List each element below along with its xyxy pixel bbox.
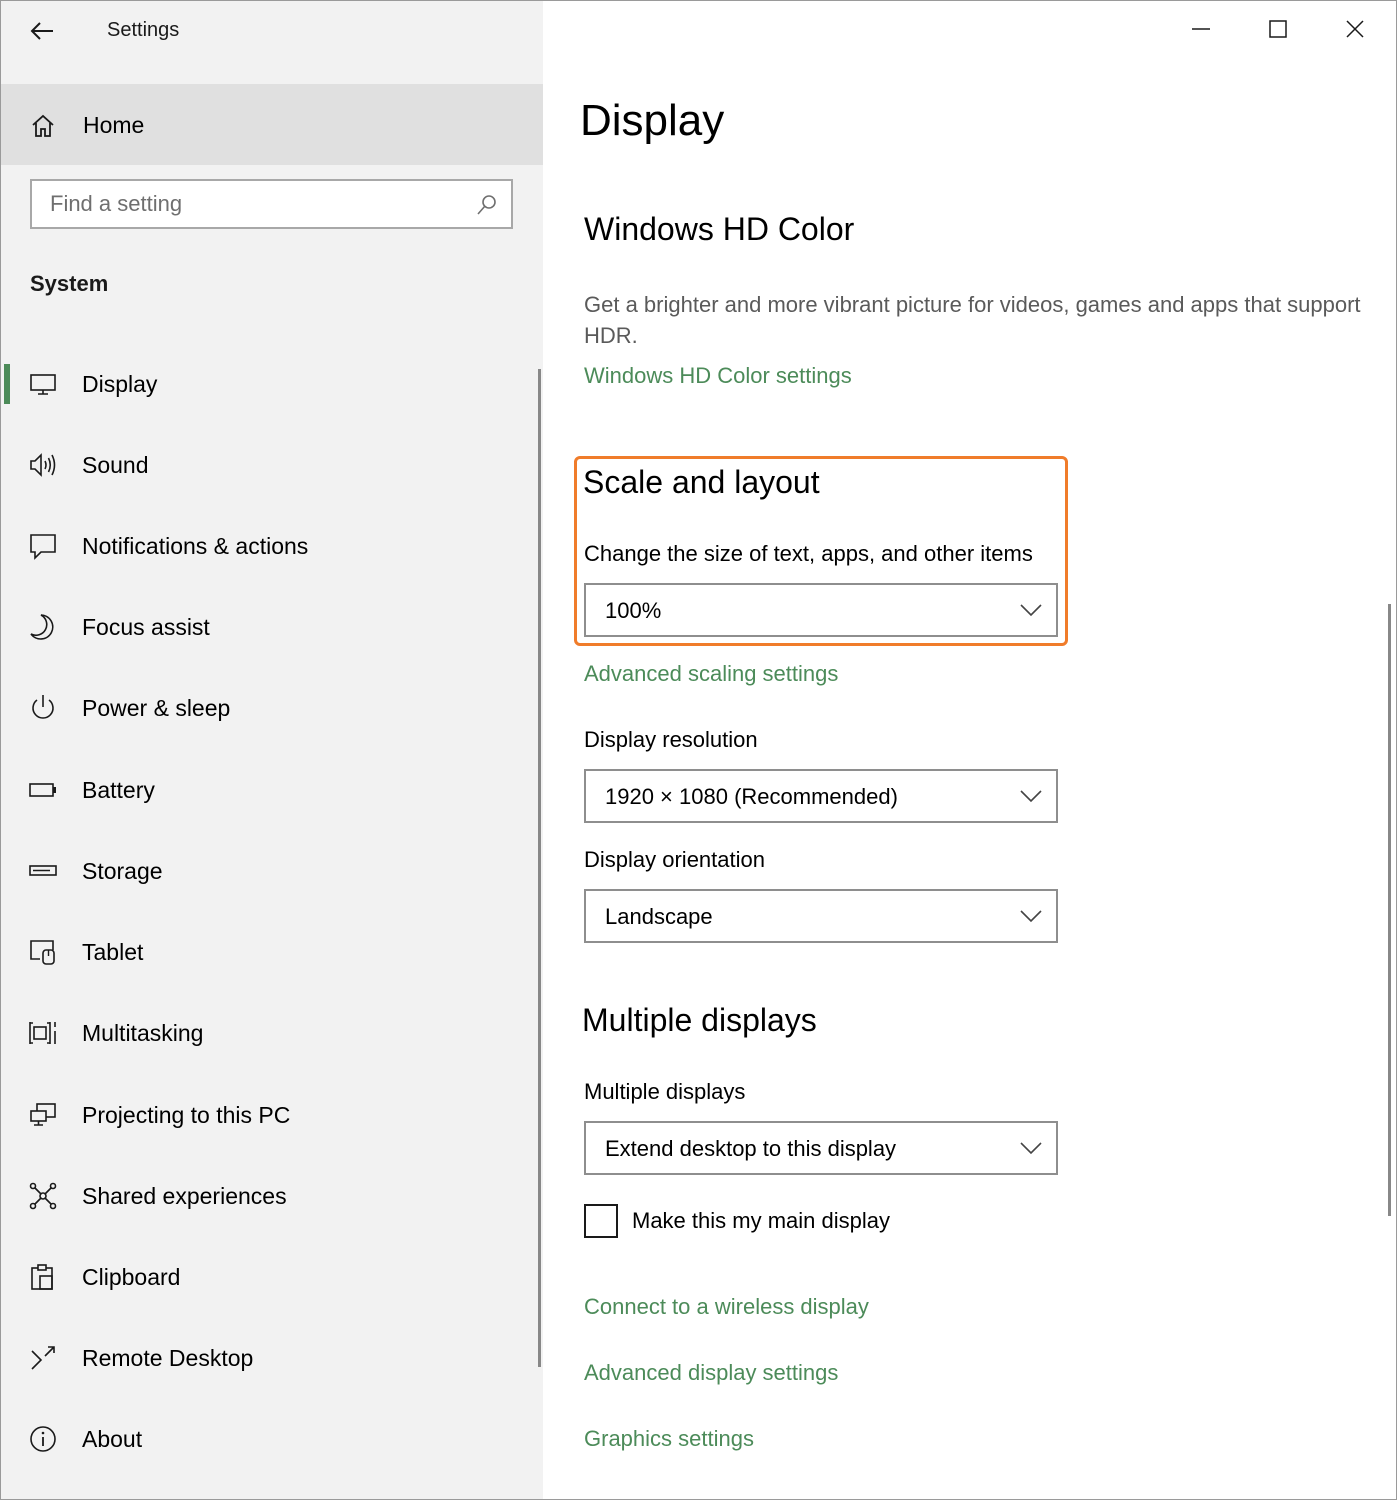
sidebar-item-label: Remote Desktop <box>82 1345 254 1371</box>
search-input[interactable] <box>32 181 462 227</box>
graphics-settings-link[interactable]: Graphics settings <box>584 1426 754 1452</box>
search-box <box>30 179 513 229</box>
sidebar-item-label: Battery <box>82 777 155 803</box>
minimize-icon <box>1192 28 1210 30</box>
home-icon <box>32 114 54 137</box>
sidebar-item-clipboard[interactable]: Clipboard <box>1 1236 543 1317</box>
section-heading-hd-color: Windows HD Color <box>584 211 855 247</box>
search-icon[interactable] <box>475 193 499 217</box>
sidebar-item-label: Storage <box>82 858 163 884</box>
hd-color-description: Get a brighter and more vibrant picture … <box>584 292 1361 348</box>
sidebar-item-label: Focus assist <box>82 614 210 640</box>
shared-experiences-icon <box>29 1182 57 1210</box>
sidebar-item-projecting[interactable]: Projecting to this PC <box>1 1074 543 1155</box>
sidebar-item-label: Tablet <box>82 939 144 965</box>
chevron-down-icon <box>1020 1142 1042 1155</box>
display-icon <box>30 374 56 395</box>
orientation-dropdown[interactable]: Landscape <box>584 889 1058 943</box>
connect-wireless-display-link[interactable]: Connect to a wireless display <box>584 1294 869 1320</box>
title-bar: Settings <box>1 1 543 61</box>
orientation-label: Display orientation <box>584 847 765 872</box>
scale-label: Change the size of text, apps, and other… <box>584 541 1033 566</box>
sidebar-item-label: Multitasking <box>82 1020 204 1046</box>
moon-icon <box>30 614 54 640</box>
sidebar-item-home[interactable]: Home <box>1 84 543 165</box>
orientation-dropdown-value: Landscape <box>605 904 713 929</box>
chevron-down-icon <box>1020 790 1042 803</box>
sidebar-item-label: Notifications & actions <box>82 533 309 559</box>
sidebar-item-storage[interactable]: Storage <box>1 830 543 911</box>
info-icon <box>30 1426 56 1452</box>
sidebar-item-focus-assist[interactable]: Focus assist <box>1 586 543 667</box>
multiple-displays-label: Multiple displays <box>584 1079 746 1104</box>
sidebar-scrollbar[interactable] <box>538 369 541 1367</box>
sidebar-item-battery[interactable]: Battery <box>1 749 543 830</box>
hd-color-settings-link[interactable]: Windows HD Color settings <box>584 363 852 389</box>
sidebar-item-power-sleep[interactable]: Power & sleep <box>1 667 543 748</box>
scale-dropdown[interactable]: 100% <box>584 583 1058 637</box>
sidebar-item-sound[interactable]: Sound <box>1 424 543 505</box>
resolution-dropdown-value: 1920 × 1080 (Recommended) <box>605 784 898 809</box>
projecting-icon <box>30 1103 56 1126</box>
storage-icon <box>29 865 57 876</box>
sidebar-item-label: Clipboard <box>82 1264 181 1290</box>
main-display-checkbox-label[interactable]: Make this my main display <box>632 1208 890 1234</box>
notifications-icon <box>30 534 56 560</box>
sidebar: Settings Home System Display Sound Notif… <box>1 1 543 1499</box>
battery-icon <box>29 783 56 797</box>
clipboard-icon <box>31 1264 53 1290</box>
sidebar-item-shared-experiences[interactable]: Shared experiences <box>1 1155 543 1236</box>
sidebar-item-label: Shared experiences <box>82 1183 287 1209</box>
speaker-icon <box>30 453 56 477</box>
sidebar-item-notifications[interactable]: Notifications & actions <box>1 505 543 586</box>
resolution-label: Display resolution <box>584 727 758 752</box>
minimize-button[interactable] <box>1168 4 1234 54</box>
back-arrow-icon <box>30 22 53 40</box>
remote-desktop-icon <box>31 1346 55 1370</box>
close-icon <box>1346 20 1364 38</box>
chevron-down-icon <box>1020 604 1042 617</box>
multiple-displays-dropdown[interactable]: Extend desktop to this display <box>584 1121 1058 1175</box>
power-icon <box>32 695 54 719</box>
close-button[interactable] <box>1322 4 1388 54</box>
app-title: Settings <box>107 19 180 41</box>
multitasking-icon <box>29 1022 56 1044</box>
chevron-down-icon <box>1020 910 1042 923</box>
maximize-button[interactable] <box>1245 4 1311 54</box>
sidebar-item-label: Home <box>83 112 145 138</box>
sidebar-item-label: Power & sleep <box>82 695 231 721</box>
tablet-icon <box>30 940 55 965</box>
section-label-system: System <box>30 271 109 296</box>
sidebar-item-label: Display <box>82 371 158 397</box>
maximize-icon <box>1269 20 1287 38</box>
main-scrollbar[interactable] <box>1388 604 1391 1216</box>
scale-dropdown-value: 100% <box>605 598 662 623</box>
selected-indicator <box>4 364 10 404</box>
sidebar-item-remote-desktop[interactable]: Remote Desktop <box>1 1317 543 1398</box>
sidebar-item-label: Projecting to this PC <box>82 1102 291 1128</box>
sidebar-item-label: Sound <box>82 452 149 478</box>
page-title: Display <box>580 96 725 145</box>
resolution-dropdown[interactable]: 1920 × 1080 (Recommended) <box>584 769 1058 823</box>
advanced-scaling-link[interactable]: Advanced scaling settings <box>584 661 838 687</box>
section-heading-multiple-displays: Multiple displays <box>582 1002 817 1038</box>
multiple-displays-dropdown-value: Extend desktop to this display <box>605 1136 897 1161</box>
sidebar-item-tablet[interactable]: Tablet <box>1 911 543 992</box>
sidebar-item-multitasking[interactable]: Multitasking <box>1 992 543 1073</box>
back-button[interactable] <box>19 13 65 49</box>
sidebar-item-label: About <box>82 1426 143 1452</box>
sidebar-item-display[interactable]: Display <box>1 343 543 424</box>
advanced-display-settings-link[interactable]: Advanced display settings <box>584 1360 838 1386</box>
sidebar-item-about[interactable]: About <box>1 1398 543 1479</box>
section-heading-scale-layout: Scale and layout <box>583 464 820 500</box>
main-display-checkbox[interactable] <box>584 1204 618 1238</box>
